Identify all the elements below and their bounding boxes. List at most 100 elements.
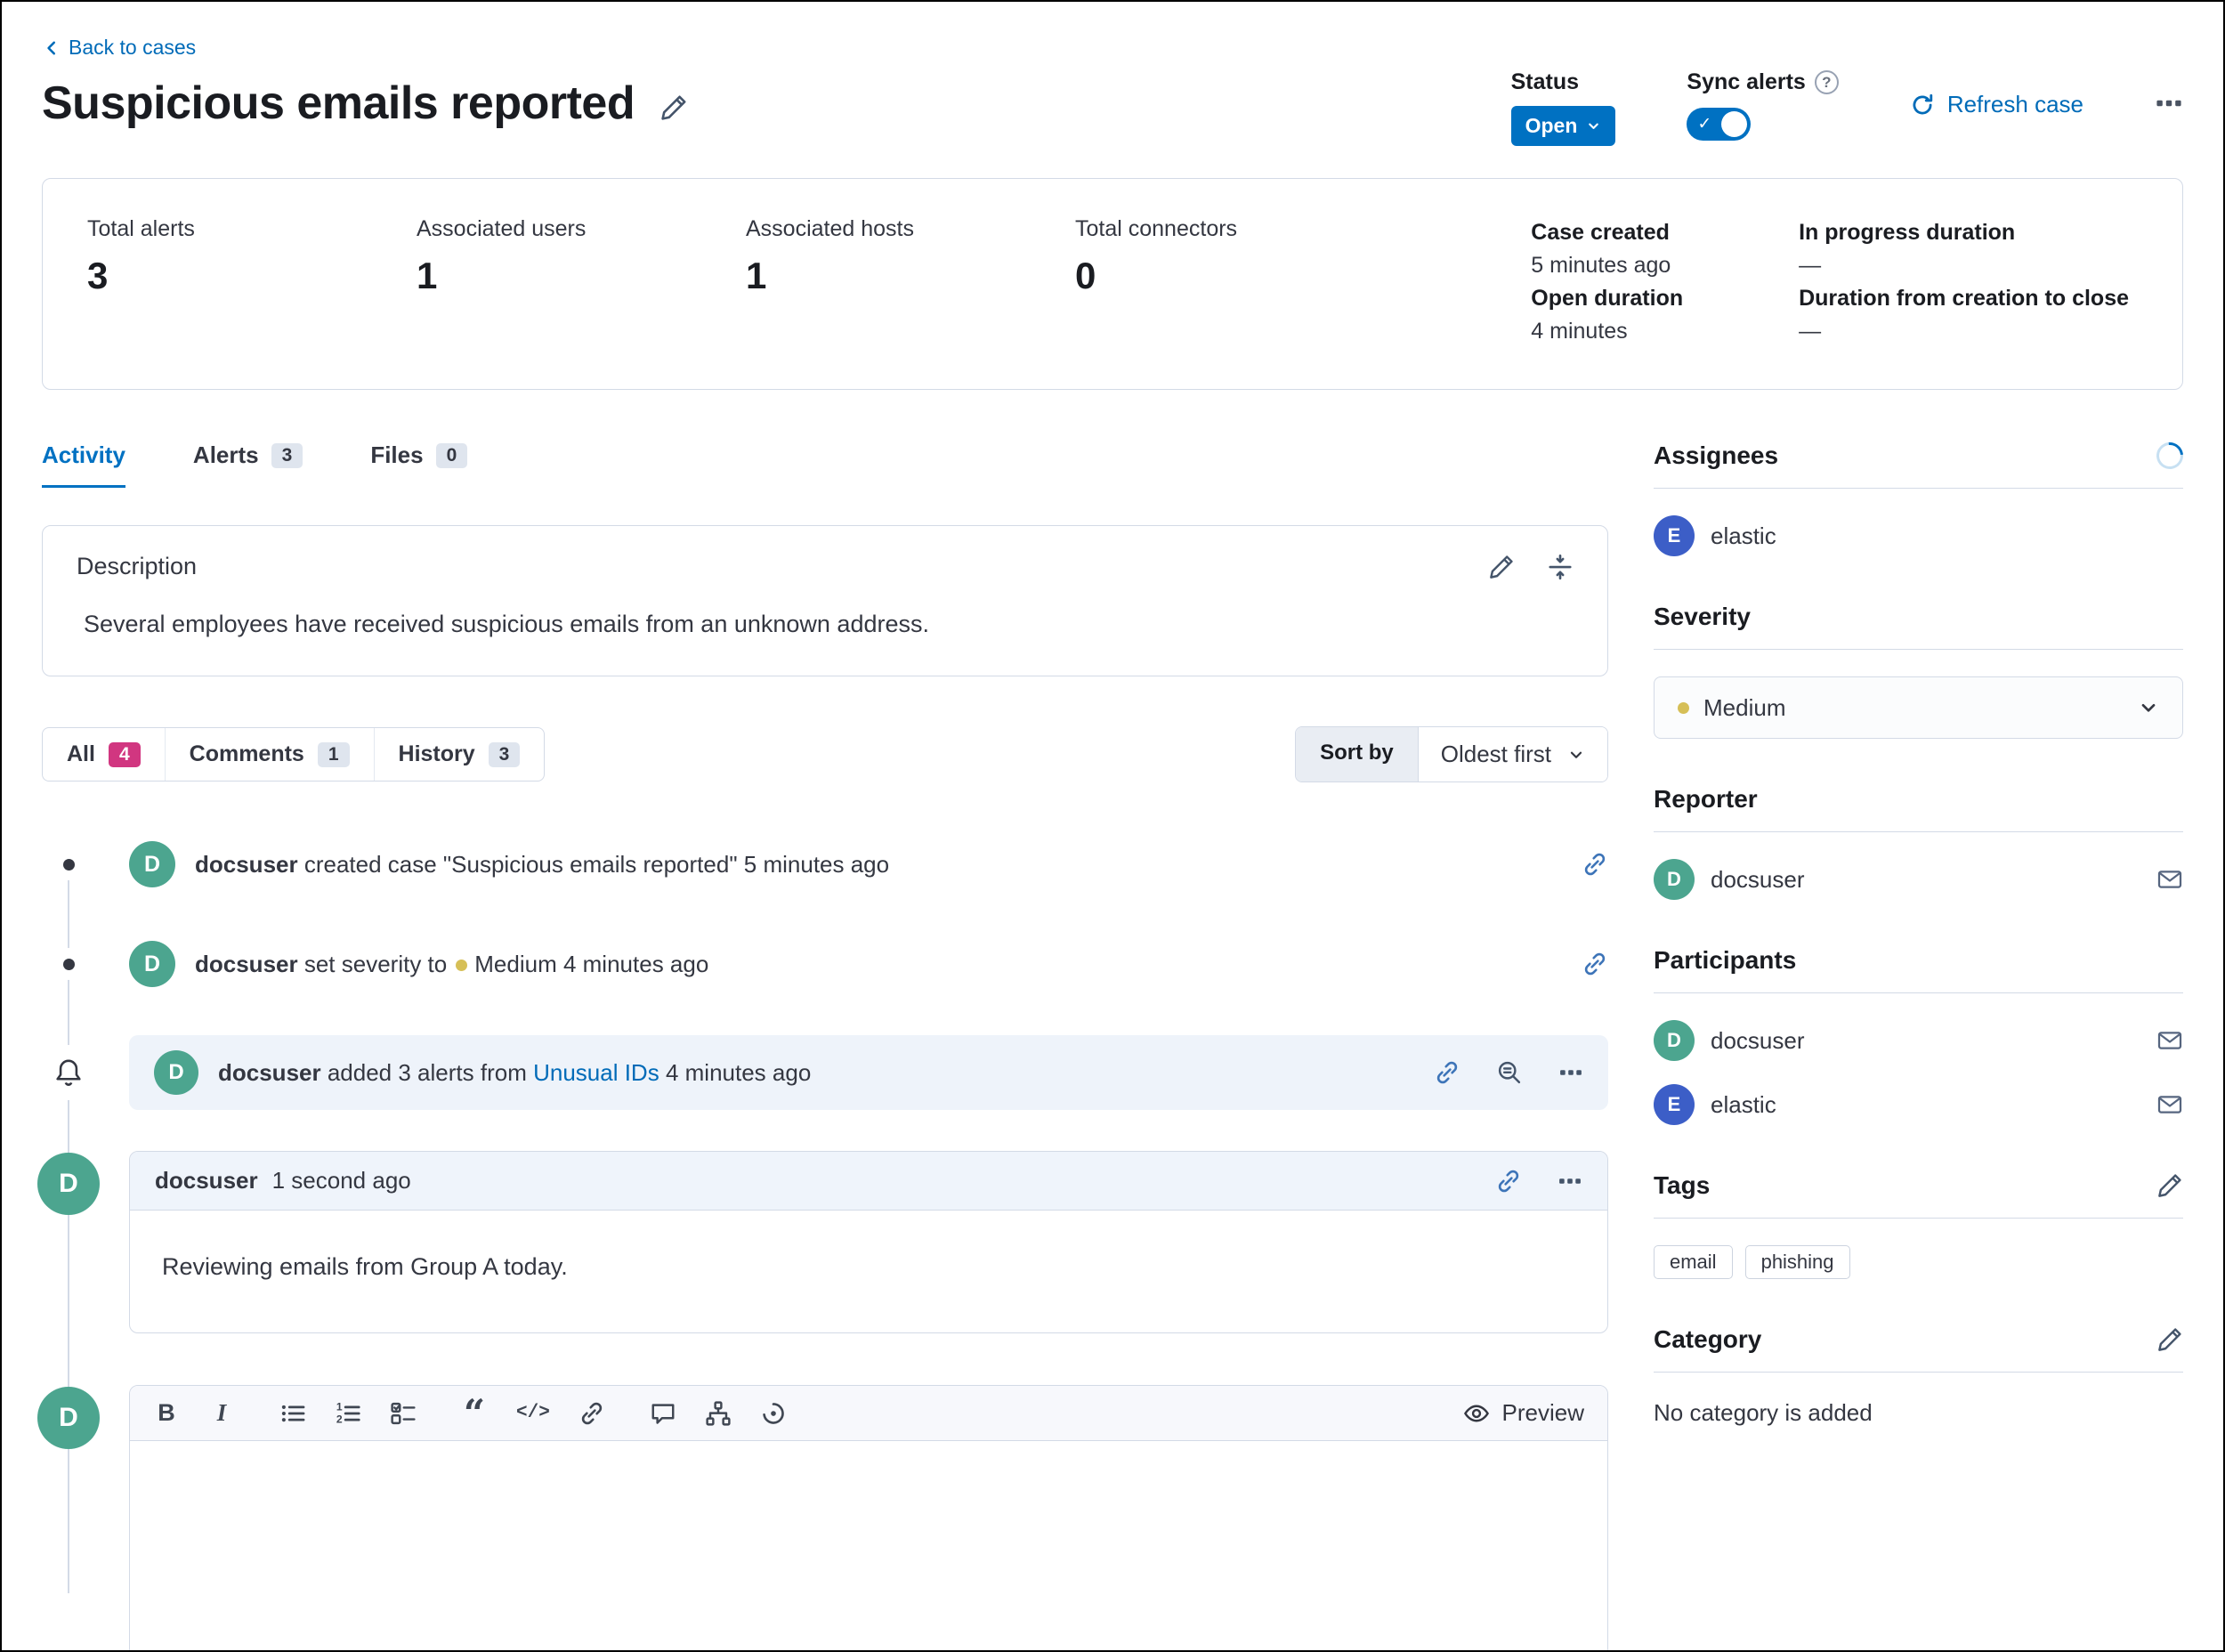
participants-header: Participants xyxy=(1654,946,2183,975)
copy-link-icon[interactable] xyxy=(1434,1059,1460,1086)
back-to-cases-link[interactable]: Back to cases xyxy=(42,36,196,60)
event-timestamp: 5 minutes ago xyxy=(744,851,889,878)
assignees-section: Assignees E elastic xyxy=(1654,441,2183,556)
link-icon[interactable] xyxy=(578,1400,605,1427)
filter-comments[interactable]: Comments 1 xyxy=(165,728,374,781)
copy-link-icon[interactable] xyxy=(1495,1168,1522,1194)
event-text: docsuser set severity toMedium 4 minutes… xyxy=(195,951,708,978)
bold-icon[interactable]: B xyxy=(153,1399,180,1427)
detail-label: Duration from creation to close xyxy=(1799,282,2129,315)
event-actions xyxy=(1582,951,1608,977)
content-columns: Activity Alerts 3 Files 0 Description xyxy=(42,441,2183,1650)
metric-associated-hosts: Associated hosts 1 xyxy=(746,216,1075,297)
status-dropdown-button[interactable]: Open xyxy=(1511,106,1616,146)
tag-badge: email xyxy=(1654,1245,1733,1279)
tab-label: Alerts xyxy=(193,441,259,469)
page-title: Suspicious emails reported xyxy=(42,77,635,130)
sync-alerts-label: Sync alerts xyxy=(1687,69,1805,95)
alert-more-actions-icon[interactable] xyxy=(1558,1060,1583,1085)
refresh-case-link[interactable]: Refresh case xyxy=(1910,91,2083,118)
email-icon[interactable] xyxy=(2156,1091,2183,1118)
sync-alerts-toggle[interactable]: ✓ xyxy=(1687,108,1751,141)
comment-editor-input[interactable] xyxy=(130,1441,1607,1650)
comment-bubble-icon[interactable] xyxy=(650,1400,676,1427)
email-icon[interactable] xyxy=(2156,866,2183,893)
metric-label: Associated users xyxy=(417,216,746,242)
avatar: D xyxy=(37,1153,100,1215)
tags-list: email phishing xyxy=(1654,1245,2183,1279)
chevron-down-icon xyxy=(1567,746,1585,764)
event-username: docsuser xyxy=(195,851,298,878)
comment-text: Reviewing emails from Group A today. xyxy=(130,1211,1607,1332)
collapse-description-fold-icon[interactable] xyxy=(1547,554,1574,580)
filter-all[interactable]: All 4 xyxy=(43,728,165,781)
alert-rule-link[interactable]: Unusual IDs xyxy=(533,1059,659,1086)
timeline-icon[interactable] xyxy=(705,1400,732,1427)
email-icon[interactable] xyxy=(2156,1027,2183,1054)
metric-value: 1 xyxy=(417,255,746,297)
code-icon[interactable]: </> xyxy=(516,1403,550,1423)
quote-icon[interactable]: “ xyxy=(461,1405,488,1422)
investigate-lens-icon[interactable] xyxy=(760,1400,787,1427)
investigate-alerts-icon[interactable] xyxy=(1496,1059,1523,1086)
italic-icon[interactable]: I xyxy=(208,1399,235,1427)
description-text: Several employees have received suspicio… xyxy=(77,611,1574,638)
duration-column-1: Case created 5 minutes ago Open duration… xyxy=(1531,216,1683,348)
filter-count-badge: 4 xyxy=(109,742,141,767)
tab-files[interactable]: Files 0 xyxy=(370,441,467,488)
participants-list: D docsuser E elastic xyxy=(1654,1020,2183,1125)
copy-link-icon[interactable] xyxy=(1582,951,1608,977)
avatar: D xyxy=(1654,859,1695,900)
edit-tags-pencil-icon[interactable] xyxy=(2156,1172,2183,1199)
sort-order-dropdown[interactable]: Oldest first xyxy=(1419,727,1607,781)
severity-section: Severity Medium xyxy=(1654,603,2183,739)
reporter-content: D docsuser xyxy=(1654,859,2183,900)
comment-header: docsuser 1 second ago xyxy=(130,1152,1607,1211)
bullet-list-icon[interactable] xyxy=(279,1400,306,1427)
comment-more-actions-icon[interactable] xyxy=(1558,1169,1582,1194)
metric-value: 1 xyxy=(746,255,1075,297)
activity-filter-row: All 4 Comments 1 History 3 Sort by xyxy=(42,726,1608,782)
avatar: D xyxy=(154,1050,198,1095)
help-question-icon[interactable]: ? xyxy=(1815,70,1839,94)
chevron-down-icon xyxy=(2138,697,2159,718)
svg-text:2: 2 xyxy=(336,1413,343,1425)
status-label: Status xyxy=(1511,69,1616,95)
svg-text:1: 1 xyxy=(336,1400,343,1413)
copy-link-icon[interactable] xyxy=(1582,851,1608,878)
case-activity-column: Activity Alerts 3 Files 0 Description xyxy=(42,441,1608,1650)
tab-activity[interactable]: Activity xyxy=(42,441,125,488)
reporter-section: Reporter D docsuser xyxy=(1654,785,2183,900)
activity-timeline: D docsuser created case "Suspicious emai… xyxy=(42,836,1608,1650)
toolbar-text-group: B I xyxy=(153,1399,235,1427)
metric-total-connectors: Total connectors 0 xyxy=(1075,216,1404,297)
tab-alerts[interactable]: Alerts 3 xyxy=(193,441,303,488)
loading-spinner-icon xyxy=(2151,437,2189,474)
comment-timestamp: 1 second ago xyxy=(272,1167,411,1194)
editor-toolbar: B I 12 xyxy=(130,1386,1607,1441)
tab-label: Activity xyxy=(42,441,125,469)
participant-name: elastic xyxy=(1711,1091,1776,1119)
task-list-icon[interactable] xyxy=(390,1400,417,1427)
severity-dropdown[interactable]: Medium xyxy=(1654,676,2183,739)
section-title: Tags xyxy=(1654,1171,1710,1200)
section-divider xyxy=(1654,649,2183,650)
edit-title-pencil-icon[interactable] xyxy=(659,93,688,122)
edit-description-pencil-icon[interactable] xyxy=(1488,554,1515,580)
numbered-list-icon[interactable]: 12 xyxy=(335,1400,361,1427)
filter-count-badge: 3 xyxy=(489,742,521,767)
metrics-panel: Total alerts 3 Associated users 1 Associ… xyxy=(42,178,2183,390)
status-control: Status Open xyxy=(1511,69,1616,146)
tab-count-badge: 3 xyxy=(271,443,303,468)
topbar-controls: Status Open Sync alerts ? ✓ xyxy=(1511,69,2183,146)
toolbar-format-group: “ </> xyxy=(461,1400,605,1427)
description-actions xyxy=(1488,554,1574,580)
toolbar-plugin-group xyxy=(650,1400,787,1427)
filter-history[interactable]: History 3 xyxy=(374,728,545,781)
section-divider xyxy=(1654,488,2183,489)
category-section: Category No category is added xyxy=(1654,1325,2183,1427)
more-actions-icon[interactable] xyxy=(2155,89,2183,117)
section-divider xyxy=(1654,992,2183,993)
preview-button[interactable]: Preview xyxy=(1463,1399,1584,1427)
edit-category-pencil-icon[interactable] xyxy=(2156,1326,2183,1353)
